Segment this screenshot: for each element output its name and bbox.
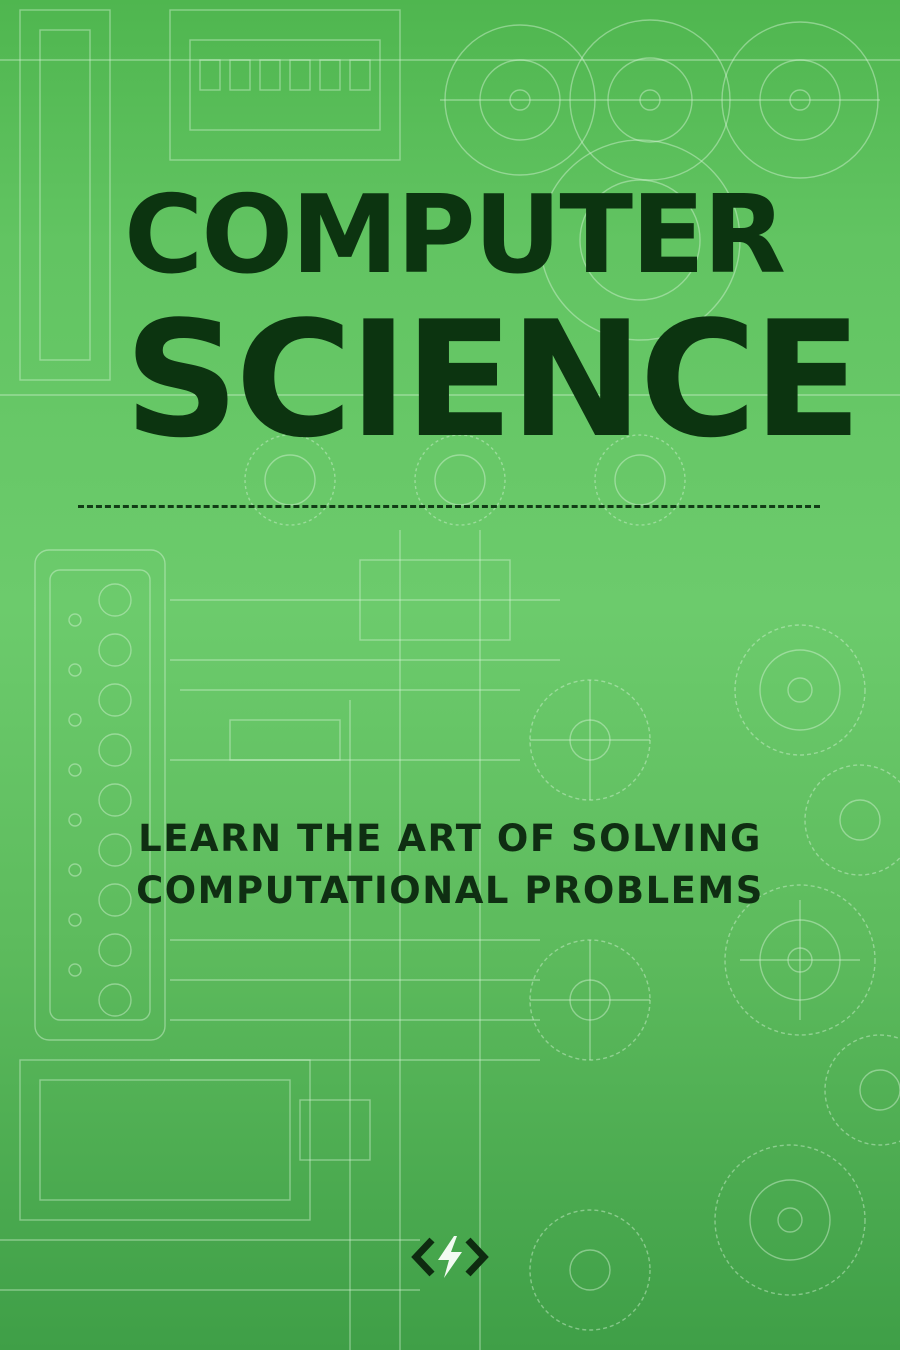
subtitle-line-2: COMPUTATIONAL PROBLEMS bbox=[136, 869, 764, 912]
book-cover: COMPUTER SCIENCE LEARN THE ART OF SOLVIN… bbox=[0, 0, 900, 1350]
subtitle-line-1: LEARN THE ART OF SOLVING bbox=[138, 817, 762, 860]
title-line-science: SCIENCE bbox=[124, 286, 862, 473]
title-line-computer: COMPUTER bbox=[124, 173, 786, 298]
dashed-divider bbox=[78, 505, 820, 508]
code-lightning-icon bbox=[411, 1236, 489, 1278]
